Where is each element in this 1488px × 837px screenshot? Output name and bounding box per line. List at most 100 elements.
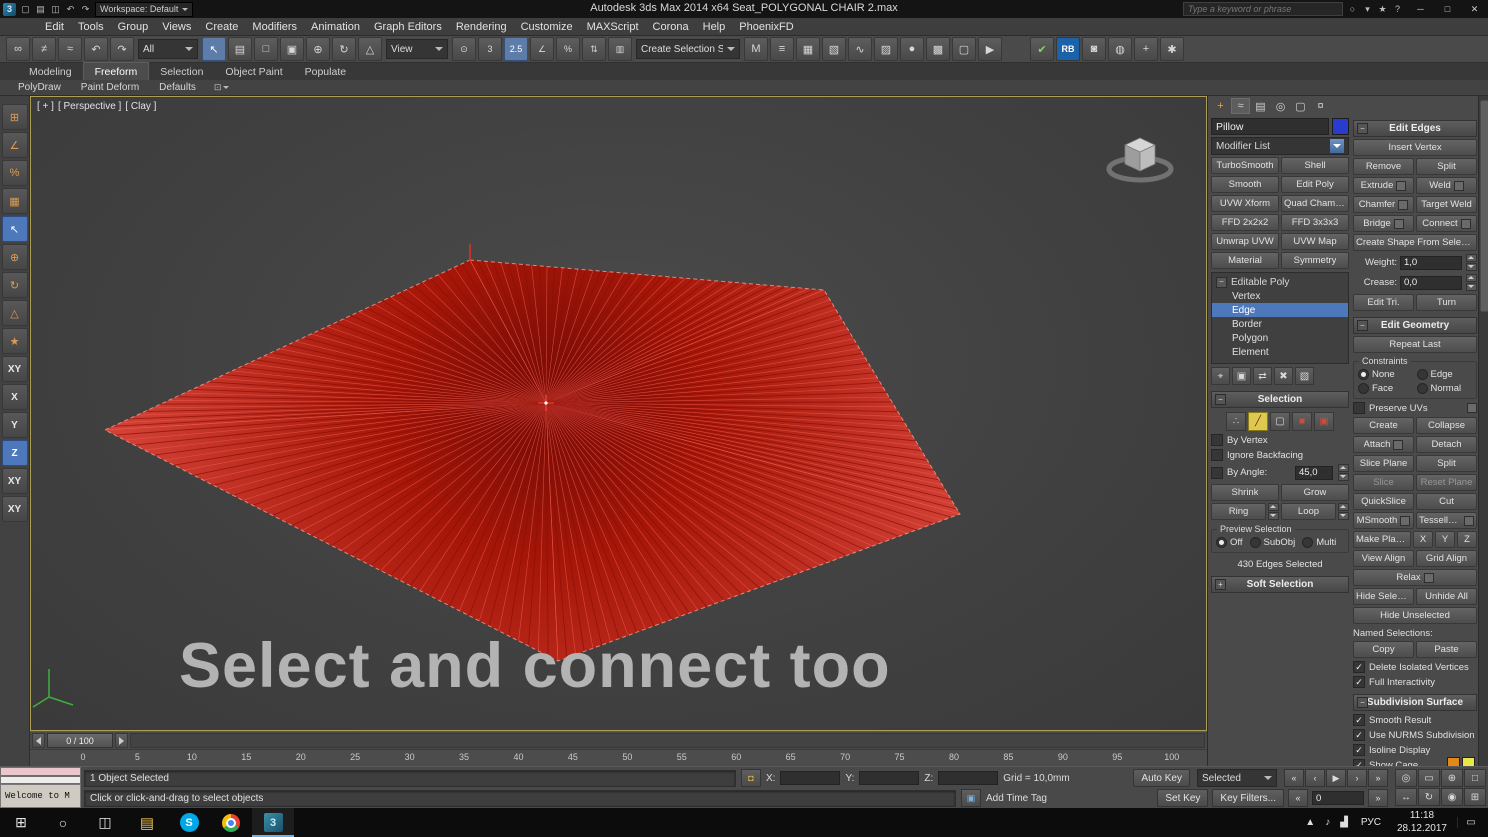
start-button[interactable]: ⊞ — [0, 808, 42, 837]
edit-edges-button[interactable]: Target Weld — [1416, 196, 1477, 213]
stack-subobject-row[interactable]: Border — [1212, 317, 1348, 331]
edit-edges-button[interactable]: Remove — [1353, 158, 1414, 175]
menu-item[interactable]: Create — [198, 18, 245, 36]
selection-rollout-header[interactable]: − Selection — [1211, 391, 1349, 408]
crease-spinner[interactable] — [1466, 274, 1477, 291]
snap-toggle-3d-icon[interactable]: 3 — [478, 37, 502, 61]
next-frame-button[interactable] — [115, 733, 128, 748]
edit-geometry-button[interactable]: Tessellate — [1416, 512, 1477, 529]
plane-yz-icon[interactable]: XY — [1, 496, 28, 522]
axis-button[interactable]: X — [1413, 531, 1433, 548]
prev-frame-icon[interactable]: ‹ — [1305, 769, 1325, 787]
infocenter-search-input[interactable] — [1183, 2, 1343, 16]
edit-geometry-button[interactable]: MSmooth — [1353, 512, 1414, 529]
help-icon[interactable]: ? — [1390, 2, 1405, 16]
action-center-icon[interactable]: ▭ — [1457, 817, 1484, 828]
scale-tool-left-icon[interactable]: △ — [1, 300, 28, 326]
welcome-window[interactable]: Welcome to M — [0, 784, 81, 808]
menu-item[interactable]: Help — [696, 18, 733, 36]
hide-button[interactable]: Hide Unselected — [1353, 607, 1477, 624]
menu-item[interactable]: Modifiers — [245, 18, 304, 36]
edit-edges-rollout-header[interactable]: − Edit Edges — [1353, 120, 1477, 137]
named-selection-set-dropdown[interactable]: Create Selection Se — [636, 39, 740, 59]
set-key-button[interactable]: Set Key — [1157, 789, 1209, 807]
remove-modifier-icon[interactable]: ✖ — [1274, 367, 1293, 385]
by-vertex-checkbox[interactable]: By Vertex — [1211, 434, 1349, 446]
app-logo-icon[interactable]: 3 — [3, 2, 16, 16]
x-coordinate-field[interactable] — [780, 771, 841, 785]
edit-geometry-button[interactable]: Create — [1353, 417, 1414, 434]
reference-coordinate-dropdown[interactable]: View — [386, 39, 448, 59]
max-taskbar-button[interactable]: 3 — [252, 808, 294, 837]
modifier-preset-button[interactable]: Shell — [1281, 157, 1349, 174]
undo-quick-icon[interactable]: ↶ — [63, 2, 78, 16]
edit-geometry-button[interactable]: Slice — [1353, 474, 1414, 491]
redo-quick-icon[interactable]: ↷ — [78, 2, 93, 16]
maximize-viewport-icon[interactable]: ⊞ — [1464, 788, 1486, 806]
spinner-snap-icon[interactable]: ⇅ — [582, 37, 606, 61]
render-setup-icon[interactable]: ▩ — [926, 37, 950, 61]
axis-x-icon[interactable]: X — [1, 384, 28, 410]
edit-geometry-button[interactable]: QuickSlice — [1353, 493, 1414, 510]
edit-edges-button[interactable]: Connect — [1416, 215, 1477, 232]
modifier-preset-button[interactable]: Edit Poly — [1281, 176, 1349, 193]
settings-box[interactable] — [1460, 218, 1471, 229]
viewport-menu-shading[interactable]: [ Clay ] — [125, 101, 156, 112]
collapse-icon[interactable]: − — [1216, 276, 1227, 288]
task-view-button[interactable]: ◫ — [84, 808, 126, 837]
edit-edges-button[interactable]: Weld — [1416, 177, 1477, 194]
settings-box[interactable] — [1423, 572, 1434, 583]
time-slider-track[interactable] — [130, 733, 1205, 748]
select-by-name-icon[interactable]: ▤ — [228, 37, 252, 61]
settings-box[interactable] — [1464, 515, 1474, 526]
ribbon-tab[interactable]: Object Paint — [214, 63, 293, 80]
taskbar-clock[interactable]: 11:18 28.12.2017 — [1389, 810, 1455, 835]
stack-subobject-row[interactable]: Polygon — [1212, 331, 1348, 345]
scrollbar-thumb[interactable] — [1480, 100, 1488, 312]
edge-subobj-icon[interactable]: ╱ — [1248, 412, 1268, 431]
y-coordinate-field[interactable] — [859, 771, 920, 785]
stack-subobject-row[interactable]: Vertex — [1212, 289, 1348, 303]
snap-toggle-25d-icon[interactable]: 2.5 — [504, 37, 528, 61]
modifier-preset-button[interactable]: Quad Chamfer — [1281, 195, 1349, 212]
subdivision-checkbox[interactable]: Smooth Result — [1353, 714, 1477, 726]
ring-spinner[interactable] — [1268, 503, 1279, 520]
render-production-icon[interactable]: ▶ — [978, 37, 1002, 61]
modifier-preset-button[interactable]: Material — [1211, 252, 1279, 269]
ribbon-tab[interactable]: Selection — [149, 63, 214, 80]
next-frame-icon[interactable]: › — [1347, 769, 1367, 787]
border-subobj-icon[interactable]: ▢ — [1270, 412, 1290, 431]
create-tab[interactable]: + — [1211, 98, 1230, 114]
select-object-icon[interactable]: ↖ — [202, 37, 226, 61]
menu-item[interactable]: Corona — [646, 18, 696, 36]
display-tab[interactable]: ▢ — [1291, 98, 1310, 114]
selection-set-key-dropdown[interactable]: Selected — [1197, 769, 1277, 787]
selection-lock-icon[interactable]: ◘ — [741, 769, 761, 787]
ribbon-subtab[interactable]: PolyDraw — [8, 82, 71, 93]
utilities-tab[interactable]: ¤ — [1311, 98, 1330, 114]
zoom-all-icon[interactable]: ▭ — [1418, 769, 1440, 787]
settings-box[interactable] — [1400, 515, 1411, 526]
zoom-icon[interactable]: ◎ — [1395, 769, 1417, 787]
plane-xy-icon[interactable]: XY — [1, 468, 28, 494]
rollout-toggle-icon[interactable]: − — [1215, 394, 1226, 405]
schematic-view-icon[interactable]: ▨ — [874, 37, 898, 61]
favorites-icon[interactable]: ★ — [1375, 2, 1390, 16]
loop-spinner[interactable] — [1338, 503, 1349, 520]
settings-box[interactable] — [1467, 403, 1477, 413]
axis-y-icon[interactable]: Y — [1, 412, 28, 438]
mirror-icon[interactable]: M — [744, 37, 768, 61]
edit-geometry-button[interactable]: Slice Plane — [1353, 455, 1414, 472]
cage-color-swatch[interactable] — [1447, 757, 1460, 766]
cage-selected-color-swatch[interactable] — [1462, 757, 1475, 766]
percent-snap-left-icon[interactable]: % — [1, 160, 28, 186]
undo-icon[interactable]: ↶ — [84, 37, 108, 61]
z-coordinate-field[interactable] — [938, 771, 999, 785]
ribbon-subtab[interactable]: Defaults — [149, 82, 206, 93]
rotate-tool-left-icon[interactable]: ↻ — [1, 272, 28, 298]
sign-in-icon[interactable]: ▾ — [1360, 2, 1375, 16]
keyboard-shortcut-override-icon[interactable]: ▣ — [961, 789, 981, 807]
settings-box[interactable] — [1396, 180, 1407, 191]
preview-selection-radio[interactable]: Off — [1216, 537, 1243, 548]
previous-frame-button[interactable] — [32, 733, 45, 748]
